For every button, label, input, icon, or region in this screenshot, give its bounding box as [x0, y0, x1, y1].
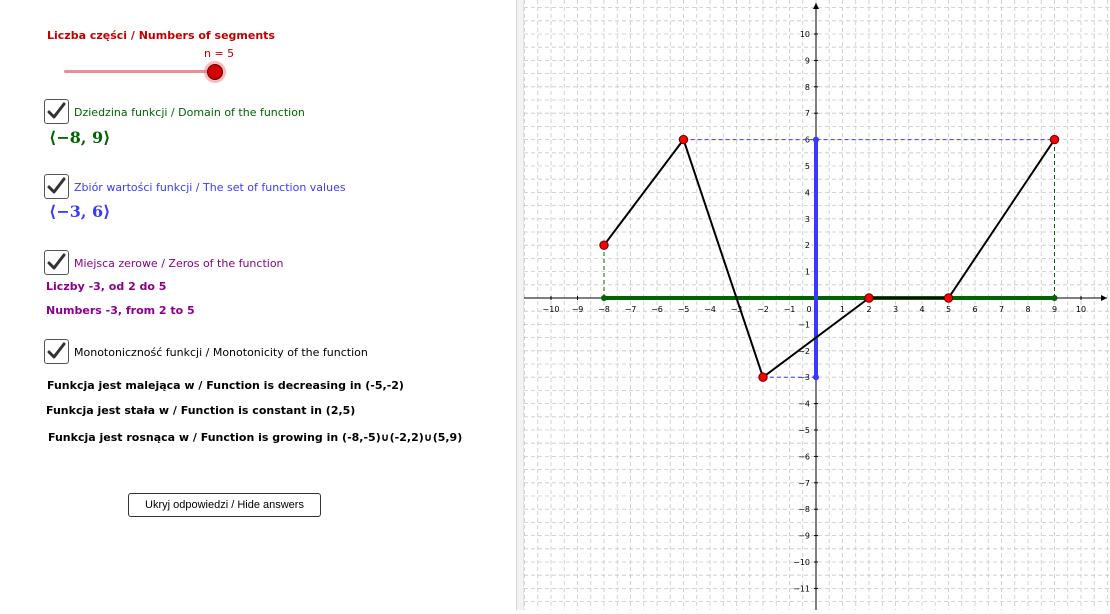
monotonicity-checkbox[interactable] [44, 339, 69, 364]
zeros-label: Miejsca zerowe / Zeros of the function [74, 257, 284, 270]
x-tick-label: 8 [1025, 305, 1030, 314]
y-tick-label: −1 [798, 320, 810, 329]
zeros-checkbox[interactable] [44, 250, 69, 275]
x-tick-label: 6 [972, 305, 977, 314]
domain-label: Dziedzina funkcji / Domain of the functi… [74, 106, 305, 119]
y-tick-label: −6 [798, 452, 810, 461]
x-tick-label: −4 [704, 305, 716, 314]
x-axis-arrow-icon [1101, 295, 1107, 301]
check-icon [47, 342, 66, 359]
vertex-point[interactable] [678, 134, 689, 145]
range-endpoint [813, 136, 819, 143]
constant-text: Funkcja jest stała w / Function is const… [46, 404, 356, 417]
domain-endpoint [1051, 295, 1058, 301]
range-endpoint [813, 374, 819, 381]
y-tick-label: −7 [798, 479, 810, 488]
graphics-view[interactable]: −10 −9 −8 −7 −6 −5 −4 −3 −2 −1 0 1 2 3 4 5 6 7 8 9 10 −11 −10−… [524, 0, 1110, 610]
check-icon [47, 177, 66, 194]
y-tick-label: −4 [798, 400, 810, 409]
controls-panel: Liczba części / Numbers of segments n = … [0, 0, 516, 610]
y-tick-label: 10 [800, 30, 810, 39]
zeros-line-pl: Liczby -3, od 2 do 5 [46, 280, 167, 293]
x-tick-label: −7 [625, 305, 637, 314]
y-tick-label: −2 [798, 347, 810, 356]
range-label: Zbiór wartości funkcji / The set of func… [74, 181, 346, 194]
x-tick-label: 9 [1052, 305, 1057, 314]
y-axis-arrow-icon [813, 3, 819, 9]
panel-divider[interactable] [516, 0, 524, 610]
decreasing-text: Funkcja jest malejąca w / Function is de… [47, 379, 404, 392]
vertex-point[interactable] [599, 240, 609, 250]
segments-slider-track[interactable] [64, 70, 216, 73]
zeros-line-en: Numbers -3, from 2 to 5 [46, 304, 195, 317]
vertex-point[interactable] [1049, 134, 1060, 145]
y-tick-label: −5 [798, 426, 810, 435]
monotonicity-label: Monotoniczność funkcji / Monotonicity of… [74, 346, 368, 359]
y-tick-label: 8 [805, 83, 810, 92]
vertex-point[interactable] [758, 372, 768, 382]
slider-value-label: n = 5 [204, 47, 235, 60]
function-graph[interactable]: −10 −9 −8 −7 −6 −5 −4 −3 −2 −1 0 1 2 3 4 5 6 7 8 9 10−11−10−… [524, 0, 1110, 610]
vertex-point[interactable] [864, 293, 874, 303]
y-tick-label: −10 [793, 558, 810, 567]
x-tick-label: −2 [757, 305, 769, 314]
y-tick-label: 9 [805, 56, 810, 65]
growing-text: Funkcja jest rosnąca w / Function is gro… [48, 431, 463, 444]
x-tick-label: −9 [572, 305, 584, 314]
x-tick-label: 7 [999, 305, 1004, 314]
x-tick-label: −8 [598, 305, 610, 314]
domain-endpoint [601, 295, 607, 301]
x-tick-label: 5 [946, 305, 951, 314]
check-icon [47, 253, 66, 270]
x-tick-label: 0 [806, 305, 811, 314]
x-tick-label: 10 [1076, 305, 1086, 314]
hide-answers-button[interactable]: Ukryj odpowiedzi / Hide answers [128, 493, 321, 517]
x-tick-label: 1 [840, 305, 845, 314]
segments-slider-thumb[interactable] [207, 64, 223, 80]
y-tick-label: 2 [805, 241, 810, 250]
slider-title: Liczba części / Numbers of segments [47, 29, 275, 42]
x-tick-label: 3 [893, 305, 898, 314]
x-tick-label: −10 [543, 305, 560, 314]
domain-checkbox[interactable] [44, 99, 69, 124]
y-tick-label: −9 [798, 532, 810, 541]
vertex-point[interactable] [943, 293, 954, 303]
y-tick-label: −8 [798, 505, 810, 514]
y-tick-label: 7 [805, 109, 810, 118]
check-icon [47, 102, 66, 119]
x-tick-label: −6 [651, 305, 663, 314]
y-tick-label: 4 [805, 188, 810, 197]
y-tick-label: 5 [805, 162, 810, 171]
x-tick-label: −1 [784, 305, 796, 314]
range-value: ⟨−3, 6⟩ [49, 202, 111, 221]
range-checkbox[interactable] [44, 174, 69, 199]
x-tick-label: 2 [866, 305, 871, 314]
domain-value: ⟨−8, 9⟩ [49, 128, 111, 147]
y-tick-label: −11 [793, 584, 810, 593]
x-tick-label: 4 [919, 305, 924, 314]
x-tick-label: −5 [678, 305, 690, 314]
y-tick-label: 1 [805, 268, 810, 277]
y-tick-label: 3 [805, 215, 810, 224]
